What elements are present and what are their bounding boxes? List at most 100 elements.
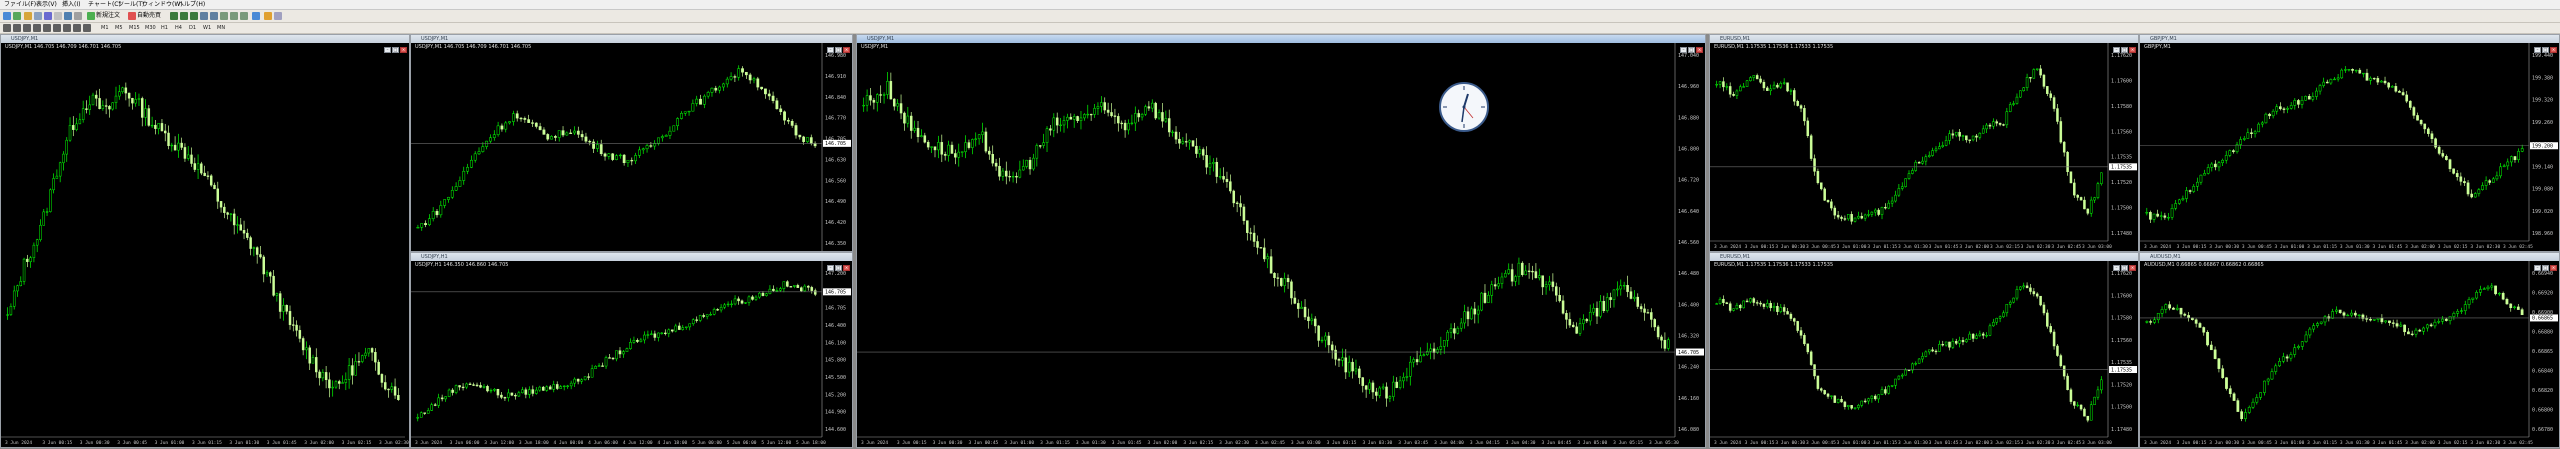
chart-window-usdjpy-h1[interactable]: USDJPY,H1 – □ × USDJPY,H1 146.350 146.860 … bbox=[410, 252, 853, 448]
crosshair-icon[interactable] bbox=[13, 24, 21, 32]
vertical-line-icon[interactable] bbox=[23, 24, 31, 32]
candle-body bbox=[1981, 333, 1985, 336]
chart-plot[interactable]: 147.200146.900146.705146.400146.100145.8… bbox=[411, 261, 852, 447]
candle-body bbox=[1745, 80, 1749, 87]
candle-body bbox=[729, 76, 733, 80]
chart-window-eurusd-m1-a[interactable]: EURUSD,M1 – □ × EURUSD,M1 1.17535 1.17536 … bbox=[1709, 34, 2139, 252]
cursor-icon[interactable] bbox=[3, 24, 11, 32]
tester-icon[interactable] bbox=[64, 12, 72, 20]
candle-body bbox=[660, 332, 664, 335]
candle-body bbox=[1762, 81, 1766, 89]
price-tick-label: 146.560 bbox=[825, 178, 846, 184]
zoom-out-icon[interactable] bbox=[210, 12, 218, 20]
periods-icon[interactable] bbox=[264, 12, 272, 20]
chart-shift-icon[interactable] bbox=[240, 12, 248, 20]
time-tick-label: 3 Jun 04:15 bbox=[1470, 440, 1500, 446]
time-tick-label: 3 Jun 02:00 bbox=[304, 440, 334, 446]
fibonacci-icon[interactable] bbox=[63, 24, 71, 32]
window-titlebar[interactable]: EURUSD,M1 – □ × bbox=[1710, 35, 2138, 53]
window-titlebar[interactable]: USDJPY,M1 – □ × bbox=[857, 35, 1705, 53]
timeframe-h1[interactable]: H1 bbox=[161, 24, 168, 32]
candle-body bbox=[1847, 405, 1850, 407]
candle-body bbox=[465, 383, 468, 388]
auto-trading-icon[interactable] bbox=[128, 12, 136, 20]
timeframe-d1[interactable]: D1 bbox=[189, 24, 196, 32]
candle-body bbox=[2187, 315, 2190, 319]
candle-body bbox=[674, 325, 678, 332]
menu-file[interactable]: ファイル(F) bbox=[4, 0, 36, 9]
chart-plot[interactable]: 0.669400.669200.669000.668800.668650.668… bbox=[2140, 261, 2559, 447]
channel-icon[interactable] bbox=[53, 24, 61, 32]
arrows-icon[interactable] bbox=[83, 24, 91, 32]
candle-body bbox=[2399, 324, 2403, 327]
chart-plot[interactable]: 1.176201.176001.175801.175601.175351.175… bbox=[1710, 261, 2138, 447]
chart-plot[interactable]: 147.040 146.960 146.880 146.800 146.720 146.6… bbox=[857, 43, 1705, 447]
candle-body bbox=[603, 153, 607, 157]
candle-body bbox=[971, 139, 974, 148]
candle-body bbox=[702, 315, 705, 317]
chart-window-usdjpy-m1-a[interactable]: USDJPY,M1 – □ × USDJPY,M1 146.705 146.709 … bbox=[0, 34, 410, 448]
indicators-icon[interactable] bbox=[252, 12, 260, 20]
autoscroll-icon[interactable] bbox=[230, 12, 238, 20]
candle-body bbox=[2494, 285, 2497, 295]
time-tick-label: 3 Jun 02:15 bbox=[1990, 440, 2020, 446]
timeframe-m5[interactable]: M5 bbox=[115, 24, 123, 32]
zoom-in-icon[interactable] bbox=[200, 12, 208, 20]
timeframe-mn[interactable]: MN bbox=[217, 24, 225, 32]
timeframe-h4[interactable]: H4 bbox=[175, 24, 182, 32]
horizontal-line-icon[interactable] bbox=[33, 24, 41, 32]
chart-window-eurusd-m1-b[interactable]: EURUSD,M1 – □ × EURUSD,M1 1.17535 1.17536 … bbox=[1709, 252, 2139, 448]
time-tick-label: 5 Jun 12:00 bbox=[761, 440, 791, 446]
time-tick-label: 3 Jun 02:00 bbox=[2405, 244, 2435, 250]
candle-body bbox=[2351, 69, 2354, 71]
window-titlebar[interactable]: USDJPY,M1 – □ × bbox=[411, 35, 852, 53]
chart-window-audusd-m1[interactable]: AUDUSD,M1 – □ × AUDUSD,M1 0.66865 0.66867 … bbox=[2139, 252, 2560, 448]
timeframe-w1[interactable]: W1 bbox=[203, 24, 211, 32]
tile-windows-icon[interactable] bbox=[220, 12, 228, 20]
menu-chart[interactable]: チャート(C) bbox=[88, 0, 121, 9]
timeframe-m30[interactable]: M30 bbox=[145, 24, 156, 32]
candle-body bbox=[2312, 325, 2316, 330]
auto-trading-button[interactable]: 自動売買 bbox=[137, 11, 161, 21]
chart-window-usdjpy-m1-main[interactable]: USDJPY,M1 – □ × USDJPY,M1 147.040 146.960 14… bbox=[856, 34, 1706, 448]
candlestick-icon[interactable] bbox=[180, 12, 188, 20]
window-titlebar[interactable]: GBPJPY,M1 – □ × bbox=[2140, 35, 2559, 53]
menu-window[interactable]: ウィンドウ(W) bbox=[142, 0, 183, 9]
chart-window-gbpjpy-m1[interactable]: GBPJPY,M1 – □ × GBPJPY,M1 199.440 199.380 19… bbox=[2139, 34, 2560, 252]
candle-body bbox=[994, 162, 998, 167]
menu-help[interactable]: ヘルプ(H) bbox=[178, 0, 205, 9]
candle-body bbox=[29, 257, 32, 262]
chart-window-usdjpy-m1-b[interactable]: USDJPY,M1 – □ × USDJPY,M1 146.705 146.709 … bbox=[410, 34, 853, 252]
metaeditor-icon[interactable] bbox=[74, 12, 82, 20]
market-watch-icon[interactable] bbox=[24, 12, 32, 20]
chart-plot[interactable]: 199.440 199.380 199.320 199.260 199.200 199.1… bbox=[2140, 43, 2559, 251]
menu-insert[interactable]: 挿入(I) bbox=[62, 0, 80, 9]
chart-plot[interactable]: 3 Jun 2024 3 Jun 00:15 3 Jun 00:30 3 Jun 00… bbox=[1, 43, 409, 447]
chart-plot[interactable]: 146.980 146.910 146.840 146.770 146.705 146.6… bbox=[411, 43, 852, 251]
trendline-icon[interactable] bbox=[43, 24, 51, 32]
new-chart-icon[interactable] bbox=[3, 12, 11, 20]
timeframe-m1[interactable]: M1 bbox=[101, 24, 109, 32]
new-order-button[interactable]: 新規注文 bbox=[96, 11, 120, 21]
window-titlebar[interactable]: AUDUSD,M1 – □ × bbox=[2140, 253, 2559, 271]
candle-body bbox=[2513, 156, 2517, 160]
window-titlebar[interactable]: USDJPY,M1 – □ × bbox=[1, 35, 409, 53]
terminal-icon[interactable] bbox=[54, 12, 62, 20]
chart-plot[interactable]: 1.176201.176001.175801.175601.175351.175… bbox=[1710, 43, 2138, 251]
menu-view[interactable]: 表示(V) bbox=[36, 0, 57, 9]
window-titlebar[interactable]: USDJPY,H1 – □ × bbox=[411, 253, 852, 271]
line-chart-icon[interactable] bbox=[190, 12, 198, 20]
window-titlebar[interactable]: EURUSD,M1 – □ × bbox=[1710, 253, 2138, 271]
templates-icon[interactable] bbox=[274, 12, 282, 20]
navigator-icon[interactable] bbox=[44, 12, 52, 20]
profiles-icon[interactable] bbox=[13, 12, 21, 20]
candle-body bbox=[1517, 262, 1521, 277]
data-window-icon[interactable] bbox=[34, 12, 42, 20]
menu-tools[interactable]: ツール(T) bbox=[118, 0, 144, 9]
text-icon[interactable] bbox=[73, 24, 81, 32]
candle-body bbox=[2335, 309, 2338, 312]
timeframe-m15[interactable]: M15 bbox=[129, 24, 140, 32]
candle-body bbox=[1924, 351, 1928, 357]
new-order-icon[interactable] bbox=[87, 12, 95, 20]
bar-chart-icon[interactable] bbox=[170, 12, 178, 20]
